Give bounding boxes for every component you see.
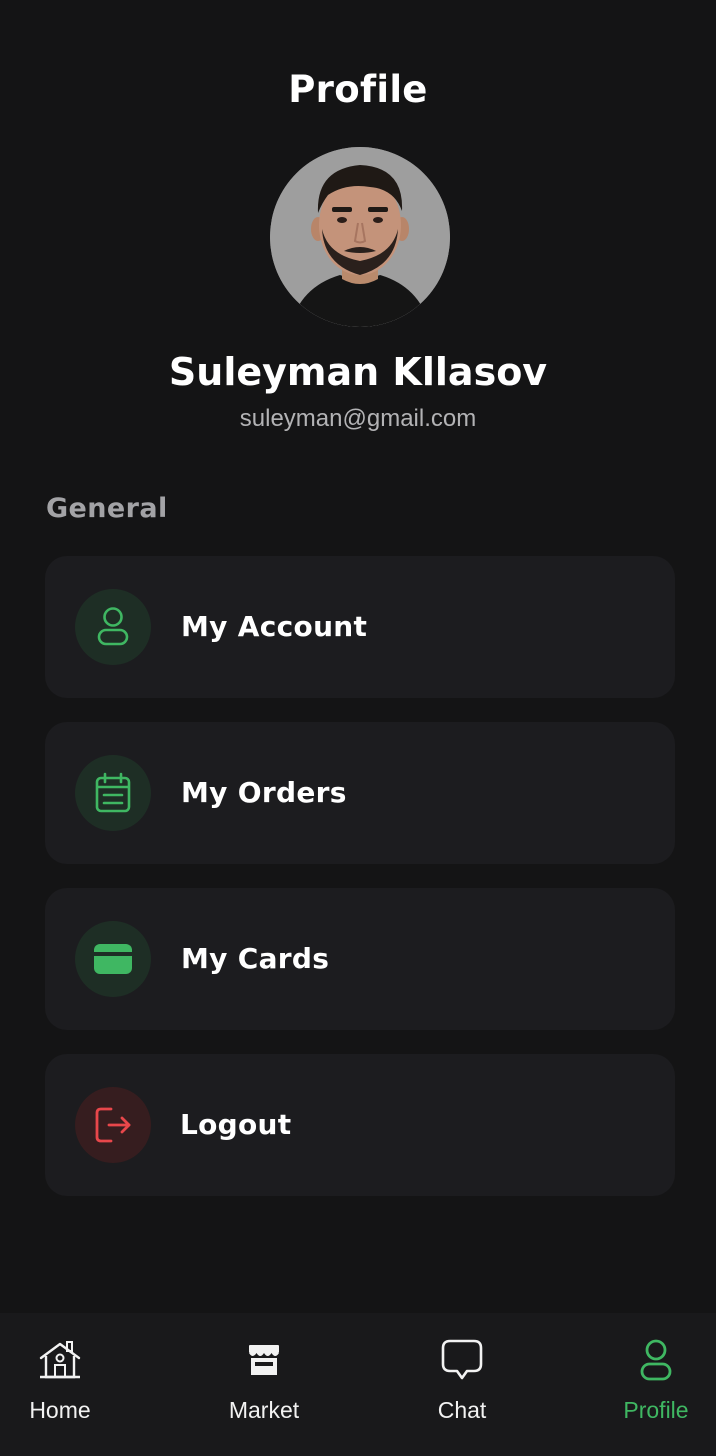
- nav-item-home[interactable]: Home: [10, 1313, 110, 1456]
- user-icon: [75, 589, 151, 665]
- user-name: Suleyman Kllasov: [168, 350, 548, 394]
- menu-item-my-account[interactable]: My Account: [45, 556, 675, 698]
- nav-label: Market: [228, 1397, 300, 1423]
- menu-item-my-orders[interactable]: My Orders: [45, 722, 675, 864]
- menu-item-label: Logout: [180, 1108, 292, 1141]
- nav-item-chat[interactable]: Chat: [412, 1313, 512, 1456]
- calendar-icon: [75, 755, 151, 831]
- store-icon: [246, 1337, 282, 1383]
- menu-item-label: My Account: [181, 610, 368, 643]
- nav-label: Home: [29, 1397, 91, 1423]
- nav-label: Profile: [623, 1397, 689, 1423]
- nav-item-market[interactable]: Market: [214, 1313, 314, 1456]
- nav-label: Chat: [437, 1397, 487, 1423]
- user-icon: [639, 1337, 673, 1383]
- home-icon: [38, 1337, 82, 1383]
- card-icon: [75, 921, 151, 997]
- menu-item-my-cards[interactable]: My Cards: [45, 888, 675, 1030]
- bottom-nav: Home Market Chat Profile: [0, 1313, 716, 1456]
- avatar[interactable]: [270, 147, 450, 327]
- profile-screen: Profile Suleyman Kllasov suleyman@gmail.…: [0, 0, 716, 1456]
- menu-item-label: My Cards: [181, 942, 330, 975]
- profile-photo-icon: [270, 147, 450, 327]
- page-title: Profile: [288, 68, 428, 111]
- menu-item-logout[interactable]: Logout: [45, 1054, 675, 1196]
- section-label-general: General: [46, 493, 168, 524]
- user-email: suleyman@gmail.com: [239, 405, 477, 432]
- chat-icon: [440, 1337, 484, 1383]
- menu-item-label: My Orders: [181, 776, 347, 809]
- logout-icon: [75, 1087, 151, 1163]
- nav-item-profile[interactable]: Profile: [606, 1313, 706, 1456]
